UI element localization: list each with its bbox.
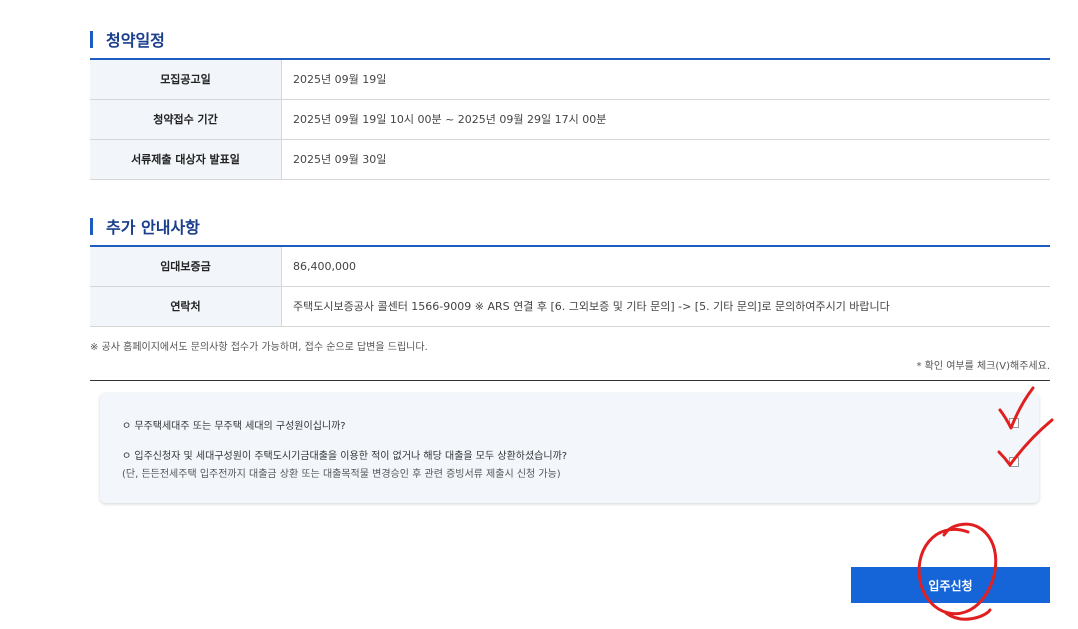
table-row: 서류제출 대상자 발표일 2025년 09월 30일: [90, 139, 1050, 179]
row-value: 2025년 09월 19일: [293, 73, 387, 87]
row-label: 연락처: [90, 286, 282, 326]
additional-section-title: 추가 안내사항: [90, 214, 200, 238]
table-row: 임대보증금 86,400,000: [90, 246, 1050, 286]
apply-button[interactable]: 입주신청: [851, 567, 1050, 603]
loan-checkbox[interactable]: [1009, 457, 1019, 467]
additional-title: 추가 안내사항: [106, 218, 200, 237]
question-loan: ㅇ 입주신청자 및 세대구성원이 주택도시기금대출을 이용한 적이 없거나 해당…: [122, 451, 568, 462]
row-label: 임대보증금: [90, 246, 282, 286]
row-value: 86,400,000: [293, 259, 356, 273]
row-label: 청약접수 기간: [90, 99, 282, 139]
question-homeless: ㅇ 무주택세대주 또는 무주택 세대의 구성원이십니까?: [122, 421, 346, 432]
eligibility-checklist: ㅇ 무주택세대주 또는 무주택 세대의 구성원이십니까? ㅇ 입주신청자 및 세…: [100, 393, 1039, 503]
inquiry-note: ※ 공사 홈페이지에서도 문의사항 접수가 가능하며, 접수 순으로 답변을 드…: [90, 342, 428, 353]
row-value: 2025년 09월 30일: [293, 153, 387, 166]
row-value: 2025년 09월 19일 10시 00분 ~ 2025년 09월 29일 17…: [293, 113, 607, 126]
schedule-section-title: 청약일정: [90, 27, 165, 51]
row-label: 모집공고일: [90, 59, 282, 99]
confirm-hint: * 확인 여부를 체크(V)해주세요.: [916, 361, 1050, 372]
schedule-table: 모집공고일 2025년 09월 19일 청약접수 기간 2025년 09월 19…: [90, 58, 1050, 180]
additional-table: 임대보증금 86,400,000 연락처 주택도시보증공사 콜센터 1566-9…: [90, 245, 1050, 327]
homeless-checkbox[interactable]: [1009, 418, 1019, 428]
table-row: 연락처 주택도시보증공사 콜센터 1566-9009 ※ ARS 연결 후 [6…: [90, 286, 1050, 326]
title-bar: [90, 217, 93, 235]
divider: [90, 380, 1050, 381]
schedule-title: 청약일정: [106, 31, 165, 50]
question-loan-note: (단, 든든전세주택 입주전까지 대출금 상환 또는 대출목적물 변경승인 후 …: [122, 469, 561, 480]
table-row: 모집공고일 2025년 09월 19일: [90, 59, 1050, 99]
table-row: 청약접수 기간 2025년 09월 19일 10시 00분 ~ 2025년 09…: [90, 99, 1050, 139]
row-value: 주택도시보증공사 콜센터 1566-9009 ※ ARS 연결 후 [6. 그외…: [293, 300, 890, 313]
title-bar: [90, 30, 93, 48]
row-label: 서류제출 대상자 발표일: [90, 139, 282, 179]
